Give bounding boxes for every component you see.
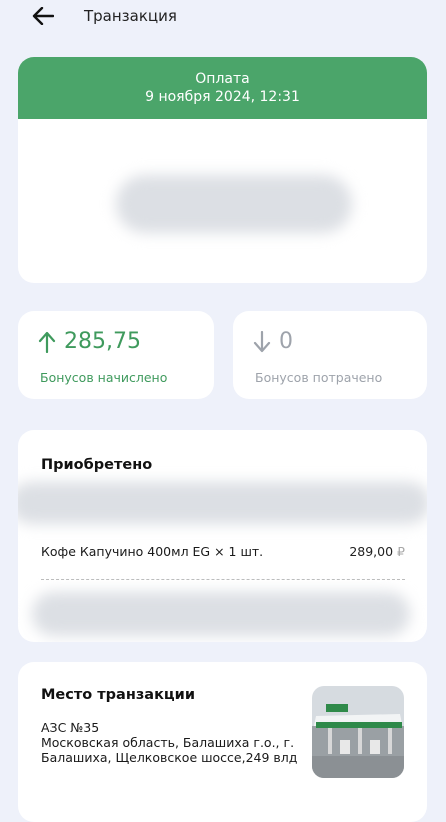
- station-name: АЗС №35: [41, 720, 100, 735]
- bonus-earned-label: Бонусов начислено: [40, 370, 168, 385]
- bonus-earned-card: 285,75 Бонусов начислено: [18, 311, 214, 399]
- arrow-left-icon: [32, 7, 54, 25]
- back-button[interactable]: [30, 4, 56, 28]
- arrow-up-icon: [38, 331, 56, 353]
- bonus-earned-value: 285,75: [64, 329, 141, 354]
- transaction-type: Оплата: [195, 71, 250, 87]
- redacted-total: [32, 592, 410, 636]
- place-details: АЗС №35 Московская область, Балашиха г.о…: [41, 720, 306, 765]
- gas-station-icon: [312, 686, 404, 778]
- arrow-down-icon: [253, 330, 271, 352]
- bonus-spent-value-row: 0: [253, 329, 293, 354]
- station-address: Московская область, Балашиха г.о., г. Ба…: [41, 735, 298, 765]
- transaction-banner: Оплата 9 ноября 2024, 12:31: [18, 57, 427, 119]
- transaction-card: Оплата 9 ноября 2024, 12:31: [18, 57, 427, 283]
- item-price: 289,00 ₽: [349, 544, 405, 559]
- gas-station-photo[interactable]: [312, 686, 404, 778]
- bonus-spent-label: Бонусов потрачено: [255, 370, 383, 385]
- bonus-spent-value: 0: [279, 329, 293, 354]
- redacted-amount: [116, 175, 352, 233]
- transaction-datetime: 9 ноября 2024, 12:31: [145, 89, 300, 105]
- purchase-title: Приобретено: [41, 457, 153, 473]
- redacted-item-1: [18, 482, 427, 524]
- bonus-earned-value-row: 285,75: [38, 329, 141, 354]
- currency-symbol: ₽: [397, 544, 405, 559]
- top-bar: Транзакция: [0, 0, 446, 34]
- purchase-card: Приобретено Кофе Капучино 400мл EG × 1 ш…: [18, 430, 427, 642]
- page-title: Транзакция: [84, 7, 177, 25]
- bonus-spent-card: 0 Бонусов потрачено: [233, 311, 427, 399]
- transaction-place-card: Место транзакции АЗС №35 Московская обла…: [18, 662, 427, 822]
- item-name: Кофе Капучино 400мл EG × 1 шт.: [41, 544, 264, 559]
- divider: [41, 579, 405, 580]
- place-title: Место транзакции: [41, 687, 195, 703]
- item-price-value: 289,00: [349, 544, 394, 559]
- list-item: Кофе Капучино 400мл EG × 1 шт. 289,00 ₽: [41, 544, 405, 559]
